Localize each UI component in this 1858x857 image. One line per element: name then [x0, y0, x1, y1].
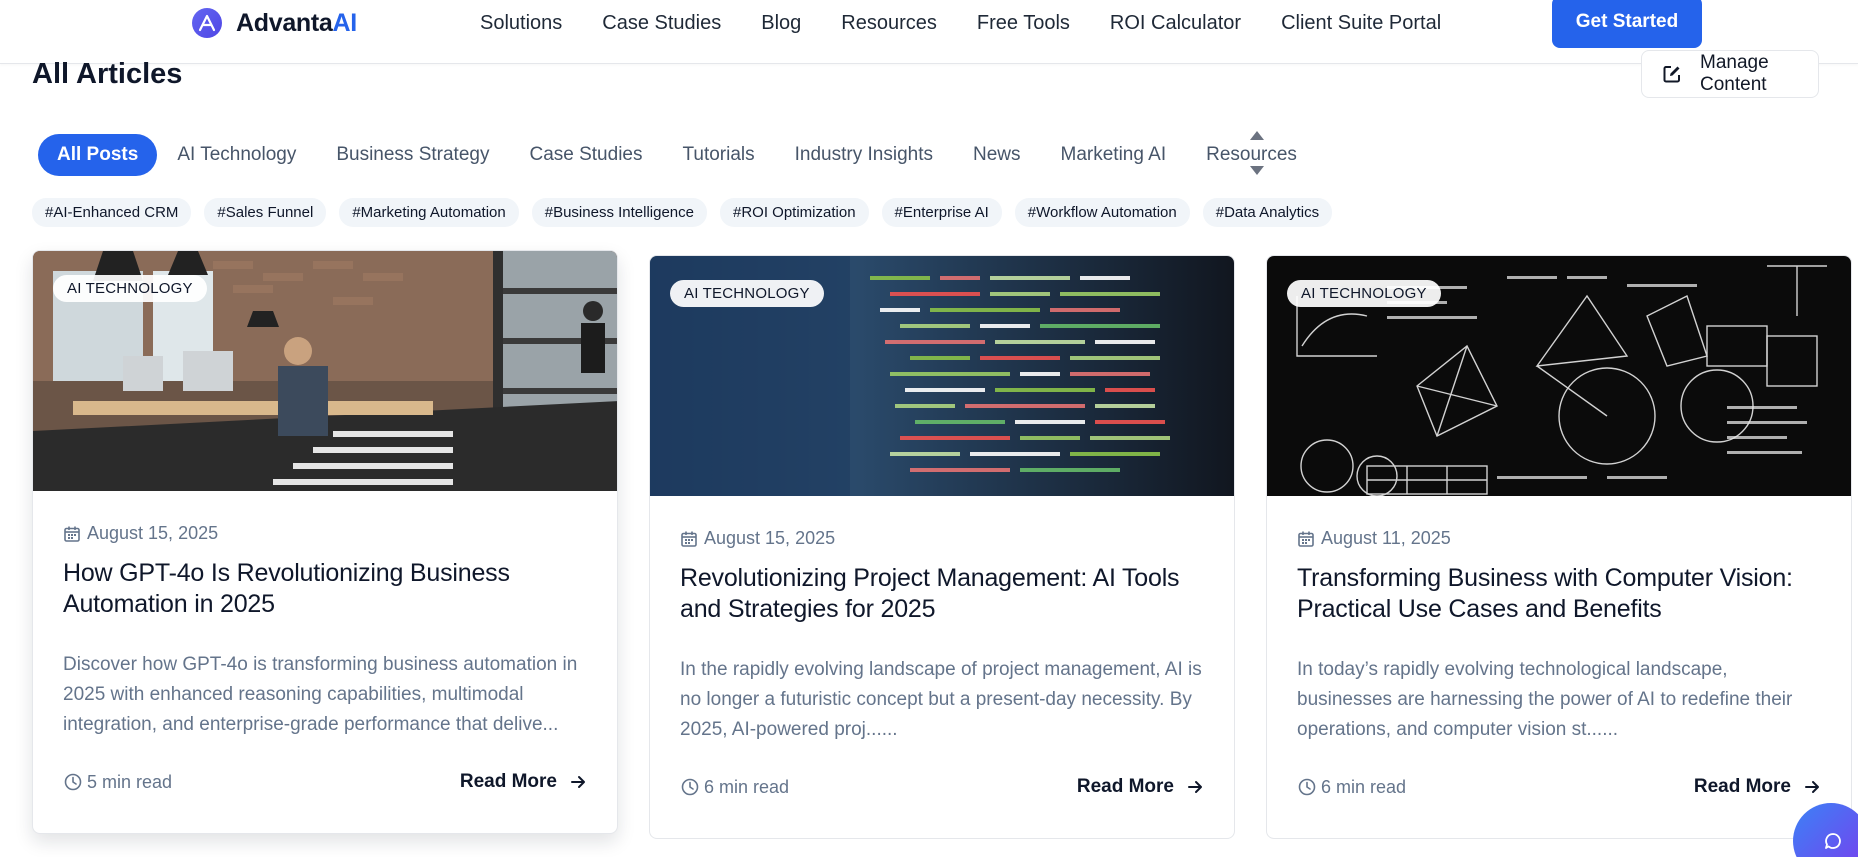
arrow-right-icon: [569, 773, 587, 791]
read-more-link[interactable]: Read More: [460, 771, 587, 793]
article-card[interactable]: AI TECHNOLOGY August 15, 2025 Revolution…: [649, 255, 1235, 839]
tag-ai-enhanced-crm[interactable]: #AI-Enhanced CRM: [32, 198, 192, 227]
article-card[interactable]: AI TECHNOLOGY August 15, 2025 How GPT-4o…: [32, 250, 618, 834]
tag-sales-funnel[interactable]: #Sales Funnel: [204, 198, 327, 227]
article-image-chalkboard[interactable]: AI TECHNOLOGY: [1267, 256, 1851, 496]
tag-workflow-automation[interactable]: #Workflow Automation: [1014, 198, 1190, 227]
article-date-text: August 11, 2025: [1321, 528, 1451, 548]
read-time-text: 6 min read: [1321, 776, 1407, 797]
top-navbar: AdvantaAI Solutions Case Studies Blog Re…: [0, 0, 1858, 64]
tab-all-posts[interactable]: All Posts: [38, 134, 158, 176]
clock-icon: [63, 772, 83, 792]
edit-icon: [1662, 64, 1682, 84]
read-time: 5 min read: [63, 772, 172, 793]
tag-marketing-automation[interactable]: #Marketing Automation: [339, 198, 519, 227]
article-image-office[interactable]: AI TECHNOLOGY: [33, 251, 617, 491]
tag-enterprise-ai[interactable]: #Enterprise AI: [881, 198, 1002, 227]
category-scroll-control[interactable]: [1247, 131, 1267, 175]
tag-list: #AI-Enhanced CRM #Sales Funnel #Marketin…: [32, 198, 1345, 227]
article-date: August 11, 2025: [1297, 528, 1821, 549]
tab-business-strategy[interactable]: Business Strategy: [336, 144, 489, 166]
read-time: 6 min read: [1297, 777, 1406, 798]
article-title[interactable]: Revolutionizing Project Management: AI T…: [680, 563, 1204, 625]
read-more-label: Read More: [1076, 776, 1174, 797]
tab-tutorials[interactable]: Tutorials: [682, 144, 754, 166]
arrow-right-icon: [1186, 778, 1204, 796]
article-excerpt: In the rapidly evolving landscape of pro…: [680, 659, 1202, 740]
nav-client-suite-portal[interactable]: Client Suite Portal: [1281, 12, 1441, 35]
tab-news[interactable]: News: [973, 144, 1021, 166]
read-more-label: Read More: [1693, 776, 1791, 797]
nav-case-studies[interactable]: Case Studies: [602, 12, 721, 35]
article-image-code[interactable]: AI TECHNOLOGY: [650, 256, 1234, 496]
calendar-icon: [63, 525, 81, 543]
read-time-text: 6 min read: [704, 776, 790, 797]
read-more-label: Read More: [459, 771, 557, 792]
brand-logo[interactable]: AdvantaAI: [192, 8, 357, 38]
article-meta: 6 min read Read More: [680, 776, 1204, 798]
nav-resources[interactable]: Resources: [841, 12, 937, 35]
article-card[interactable]: AI TECHNOLOGY August 11, 2025 Transformi…: [1266, 255, 1852, 839]
read-more-link[interactable]: Read More: [1077, 776, 1204, 798]
tag-roi-optimization[interactable]: #ROI Optimization: [720, 198, 869, 227]
tag-data-analytics[interactable]: #Data Analytics: [1202, 198, 1333, 227]
category-badge: AI TECHNOLOGY: [1287, 280, 1441, 307]
scroll-down-icon: [1250, 166, 1264, 175]
article-title[interactable]: Transforming Business with Computer Visi…: [1297, 563, 1821, 625]
manage-content-button[interactable]: Manage Content: [1641, 50, 1819, 98]
article-body: August 15, 2025 Revolutionizing Project …: [650, 496, 1234, 838]
chat-icon: [1823, 831, 1843, 856]
article-meta: 5 min read Read More: [63, 771, 587, 793]
arrow-right-icon: [1803, 778, 1821, 796]
article-date-text: August 15, 2025: [704, 528, 836, 548]
article-date-text: August 15, 2025: [87, 523, 219, 543]
main-nav: Solutions Case Studies Blog Resources Fr…: [480, 12, 1481, 35]
article-meta: 6 min read Read More: [1297, 776, 1821, 798]
brand-name: AdvantaAI: [236, 8, 357, 37]
category-tabs: All Posts AI Technology Business Strateg…: [38, 133, 1337, 177]
nav-solutions[interactable]: Solutions: [480, 12, 562, 35]
scroll-up-icon: [1250, 131, 1264, 140]
tag-business-intelligence[interactable]: #Business Intelligence: [531, 198, 707, 227]
tab-ai-technology[interactable]: AI Technology: [177, 144, 296, 166]
read-time-text: 5 min read: [87, 771, 173, 792]
read-time: 6 min read: [680, 777, 789, 798]
calendar-icon: [1297, 530, 1315, 548]
calendar-icon: [680, 530, 698, 548]
article-body: August 15, 2025 How GPT-4o Is Revolution…: [33, 491, 617, 833]
manage-content-label: Manage Content: [1700, 52, 1769, 95]
nav-roi-calculator[interactable]: ROI Calculator: [1110, 12, 1241, 35]
tab-industry-insights[interactable]: Industry Insights: [795, 144, 933, 166]
article-excerpt: Discover how GPT-4o is transforming busi…: [63, 654, 578, 735]
read-more-link[interactable]: Read More: [1694, 776, 1821, 798]
article-excerpt: In today’s rapidly evolving technologica…: [1297, 659, 1793, 740]
nav-free-tools[interactable]: Free Tools: [977, 12, 1070, 35]
tab-marketing-ai[interactable]: Marketing AI: [1061, 144, 1167, 166]
clock-icon: [1297, 777, 1317, 797]
article-title[interactable]: How GPT-4o Is Revolutionizing Business A…: [63, 558, 587, 620]
article-body: August 11, 2025 Transforming Business wi…: [1267, 496, 1851, 838]
page-title: All Articles: [32, 58, 183, 90]
tab-case-studies[interactable]: Case Studies: [529, 144, 642, 166]
get-started-button[interactable]: Get Started: [1552, 0, 1702, 48]
category-badge: AI TECHNOLOGY: [670, 280, 824, 307]
clock-icon: [680, 777, 700, 797]
article-date: August 15, 2025: [63, 523, 587, 544]
article-date: August 15, 2025: [680, 528, 1204, 549]
category-badge: AI TECHNOLOGY: [53, 275, 207, 302]
advanta-logo-icon: [192, 8, 222, 38]
nav-blog[interactable]: Blog: [761, 12, 801, 35]
